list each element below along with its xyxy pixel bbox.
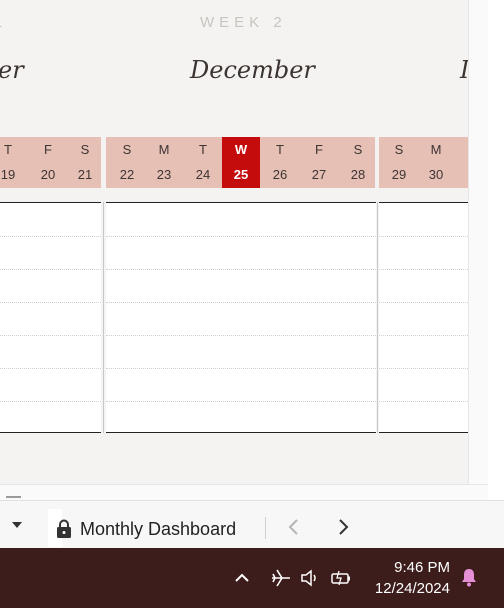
day-number: 22 xyxy=(119,167,135,182)
day-header[interactable]: S 21 xyxy=(66,137,104,188)
day-header[interactable]: S 29 xyxy=(380,137,418,188)
chevron-down-icon[interactable] xyxy=(12,522,22,528)
day-header[interactable]: F 27 xyxy=(300,137,338,188)
next-week-grid[interactable] xyxy=(379,202,468,433)
next-month-title: I xyxy=(460,56,468,84)
day-header[interactable]: S 22 xyxy=(108,137,146,188)
day-letter: M xyxy=(158,142,170,157)
prev-month-title: er xyxy=(0,56,24,84)
week-label: WEEK 2 xyxy=(200,14,287,31)
prev-week-grid[interactable] xyxy=(0,202,101,433)
day-number: 21 xyxy=(77,167,93,182)
day-header[interactable]: T 24 xyxy=(184,137,222,188)
day-number: 24 xyxy=(195,167,211,182)
day-header[interactable]: T 19 xyxy=(0,137,27,188)
prev-week-label: 1 xyxy=(0,14,7,31)
day-header[interactable]: S 28 xyxy=(339,137,377,188)
clock-date[interactable]: 12/24/2024 xyxy=(360,580,450,597)
clock-time[interactable]: 9:46 PM xyxy=(380,559,450,576)
week-divider xyxy=(103,202,104,433)
volume-icon[interactable] xyxy=(299,568,321,588)
horizontal-scrollbar[interactable] xyxy=(0,484,488,500)
week-header: S 22 M 23 T 24 W 25 T 26 F 27 S 28 xyxy=(106,137,375,188)
bell-icon[interactable] xyxy=(458,566,480,588)
day-letter: W xyxy=(234,142,248,157)
sheet-tab-bar: Monthly Dashboard xyxy=(0,500,504,548)
day-header[interactable]: M 23 xyxy=(145,137,183,188)
day-number: 30 xyxy=(428,167,444,182)
battery-icon[interactable] xyxy=(330,568,352,588)
day-number: 25 xyxy=(233,167,249,182)
day-letter: T xyxy=(4,142,12,157)
day-number: 19 xyxy=(0,167,16,182)
day-letter: F xyxy=(315,142,323,157)
day-number: 27 xyxy=(311,167,327,182)
calendar-sheet: 1 WEEK 2 er December I T 19 F 20 S 21 S … xyxy=(0,0,468,484)
next-week-header: S 29 M 30 xyxy=(379,137,468,188)
tab-monthly-dashboard[interactable]: Monthly Dashboard xyxy=(48,509,236,547)
airplane-icon[interactable] xyxy=(270,568,292,588)
chevron-up-icon[interactable] xyxy=(231,568,253,588)
day-number: 20 xyxy=(40,167,56,182)
prev-week-header: T 19 F 20 S 21 xyxy=(0,137,101,188)
day-number: 26 xyxy=(272,167,288,182)
day-letter: M xyxy=(430,142,442,157)
day-letter: T xyxy=(276,142,284,157)
lock-icon xyxy=(57,519,71,538)
day-letter: S xyxy=(353,142,363,157)
tab-divider xyxy=(265,517,266,539)
week-grid[interactable] xyxy=(106,202,376,433)
chevron-left-icon[interactable] xyxy=(282,515,306,539)
day-header[interactable]: T 26 xyxy=(261,137,299,188)
day-letter: S xyxy=(394,142,404,157)
day-letter: F xyxy=(44,142,52,157)
day-number: 29 xyxy=(391,167,407,182)
vertical-scrollbar[interactable] xyxy=(468,0,488,500)
day-letter: S xyxy=(80,142,90,157)
tab-label: Monthly Dashboard xyxy=(80,519,237,539)
taskbar: 9:46 PM 12/24/2024 xyxy=(0,548,504,608)
day-number: 23 xyxy=(156,167,172,182)
scroll-thumb[interactable] xyxy=(6,496,21,498)
day-number: 28 xyxy=(350,167,366,182)
day-header-today[interactable]: W 25 xyxy=(222,137,260,188)
week-divider xyxy=(377,202,378,433)
day-header[interactable]: M 30 xyxy=(417,137,455,188)
day-letter: T xyxy=(199,142,207,157)
day-letter: S xyxy=(122,142,132,157)
window-gutter xyxy=(488,0,504,500)
chevron-right-icon[interactable] xyxy=(331,515,355,539)
month-title: December xyxy=(190,56,315,84)
day-header[interactable]: F 20 xyxy=(29,137,67,188)
